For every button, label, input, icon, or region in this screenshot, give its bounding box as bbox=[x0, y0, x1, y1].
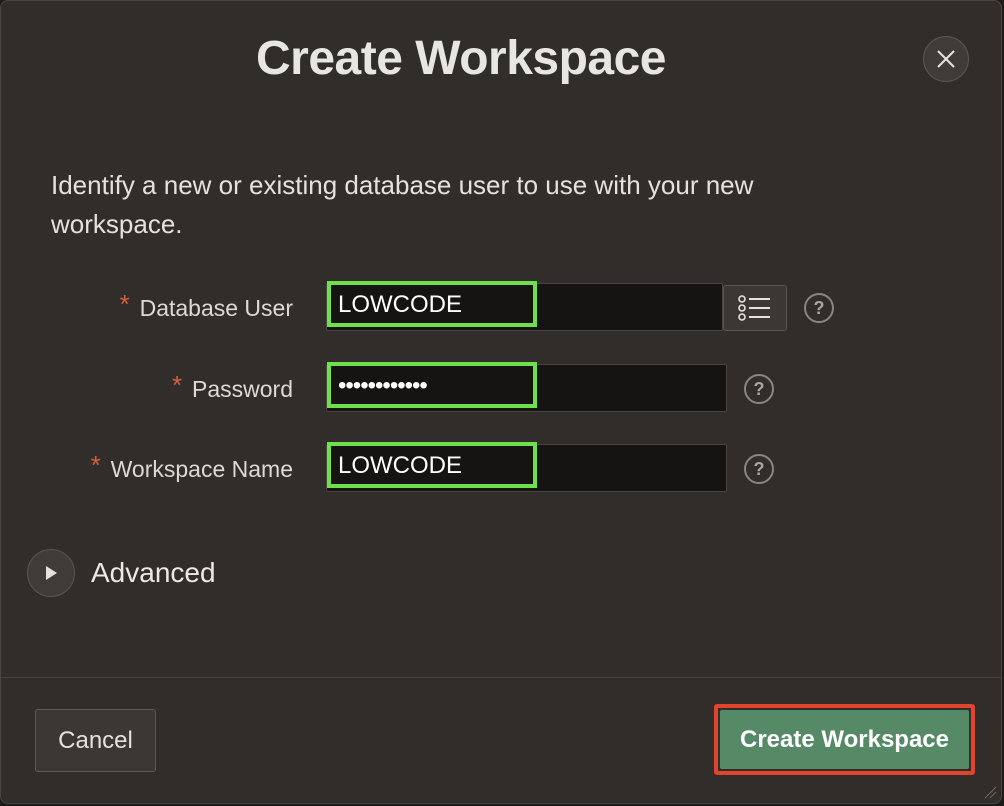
password-help-icon[interactable]: ? bbox=[744, 374, 774, 404]
dialog-title: Create Workspace bbox=[256, 32, 666, 85]
database-user-label: * Database User bbox=[119, 289, 293, 321]
list-of-values-button[interactable] bbox=[723, 285, 787, 331]
workspace-name-help-icon[interactable]: ? bbox=[744, 454, 774, 484]
footer-divider bbox=[1, 677, 1001, 678]
create-workspace-button[interactable]: Create Workspace bbox=[720, 710, 969, 769]
workspace-name-label: * Workspace Name bbox=[90, 450, 293, 482]
password-field[interactable]: •••••••••••• bbox=[326, 362, 727, 412]
intro-text: Identify a new or existing database user… bbox=[51, 170, 754, 239]
workspace-name-field[interactable]: LOWCODE bbox=[326, 442, 727, 492]
advanced-label[interactable]: Advanced bbox=[91, 557, 216, 589]
required-marker: * bbox=[172, 370, 183, 400]
password-row: * Password •••••••••••• ? bbox=[1, 362, 1001, 414]
required-marker: * bbox=[90, 450, 101, 480]
list-icon bbox=[738, 295, 770, 321]
resize-handle-icon[interactable] bbox=[983, 785, 997, 799]
database-user-row: * Database User LOWCODE ? bbox=[1, 281, 1001, 333]
close-icon bbox=[937, 50, 955, 68]
database-user-value[interactable]: LOWCODE bbox=[327, 281, 537, 327]
cancel-button[interactable]: Cancel bbox=[35, 709, 156, 772]
password-label: * Password bbox=[172, 370, 293, 402]
play-icon bbox=[46, 566, 57, 580]
create-workspace-highlight: Create Workspace bbox=[714, 704, 975, 775]
database-user-help-icon[interactable]: ? bbox=[804, 293, 834, 323]
create-workspace-dialog: Create Workspace Identify a new or exist… bbox=[0, 0, 1002, 804]
required-marker: * bbox=[119, 289, 130, 319]
workspace-name-value[interactable]: LOWCODE bbox=[327, 442, 537, 488]
workspace-name-row: * Workspace Name LOWCODE ? bbox=[1, 442, 1001, 494]
advanced-toggle-button[interactable] bbox=[27, 549, 75, 597]
database-user-field[interactable]: LOWCODE bbox=[326, 281, 723, 331]
password-value[interactable]: •••••••••••• bbox=[327, 362, 537, 408]
close-button[interactable] bbox=[923, 36, 969, 82]
